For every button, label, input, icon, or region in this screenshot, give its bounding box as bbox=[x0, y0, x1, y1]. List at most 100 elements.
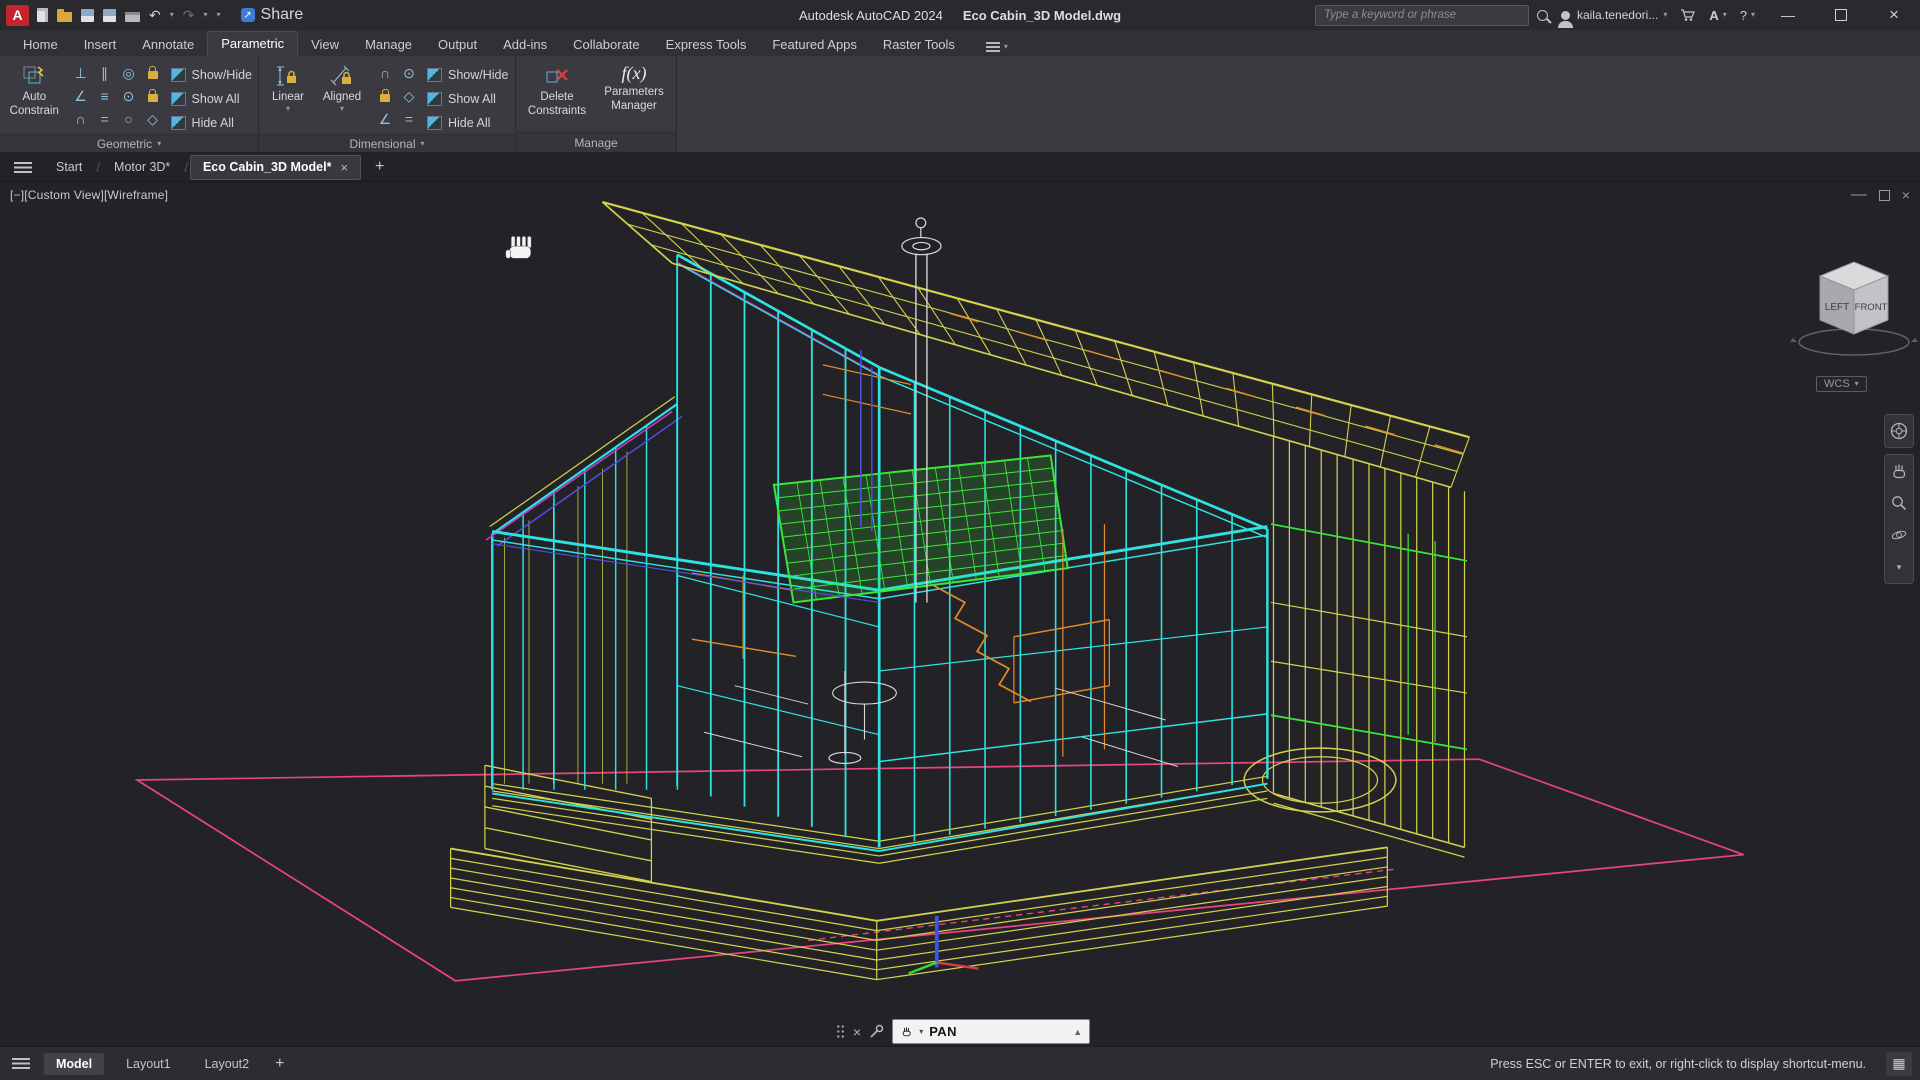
tab-featured-apps[interactable]: Featured Apps bbox=[759, 33, 870, 56]
dim-lock-constraint-icon[interactable] bbox=[380, 88, 390, 102]
close-button[interactable]: × bbox=[1874, 0, 1914, 30]
linear-constraint-button[interactable]: Linear ▾ bbox=[265, 61, 311, 134]
pan-tool-icon[interactable] bbox=[1885, 455, 1913, 487]
geometric-panel-title[interactable]: Geometric ▾ bbox=[0, 134, 258, 152]
angular-constraint-icon[interactable]: ∠ bbox=[74, 89, 87, 103]
doc-tab-eco-cabin[interactable]: Eco Cabin_3D Model* × bbox=[189, 154, 362, 180]
dimensional-hide-all-button[interactable]: Hide All bbox=[427, 112, 508, 134]
command-close-icon[interactable]: × bbox=[853, 1025, 861, 1039]
open-file-icon[interactable] bbox=[57, 8, 72, 22]
viewport-corner-controls[interactable]: [−][Custom View][Wireframe] bbox=[10, 188, 168, 202]
tab-separator: / bbox=[96, 159, 101, 175]
symmetric-constraint-icon[interactable]: ◇ bbox=[147, 112, 158, 126]
undo-icon[interactable]: ↶ bbox=[149, 8, 161, 22]
layout1-tab[interactable]: Layout1 bbox=[114, 1053, 182, 1075]
help-button[interactable]: ? ▾ bbox=[1740, 8, 1755, 23]
radial-constraint-icon[interactable]: ∩ bbox=[380, 66, 390, 80]
viewport-restore-icon[interactable] bbox=[1878, 189, 1890, 201]
parameters-manager-button[interactable]: f(x) Parameters Manager bbox=[601, 61, 667, 132]
save-as-icon[interactable] bbox=[103, 8, 116, 22]
share-button[interactable]: ↗ Share bbox=[240, 6, 303, 24]
dimensional-panel-caret-icon: ▾ bbox=[420, 138, 425, 148]
command-input[interactable]: ▾ PAN ▲ bbox=[892, 1019, 1091, 1044]
tab-home[interactable]: Home bbox=[10, 33, 71, 56]
equal-dim-constraint-icon[interactable]: = bbox=[405, 112, 413, 126]
geometric-show-hide-button[interactable]: Show/Hide bbox=[170, 64, 252, 86]
geometric-hide-all-button[interactable]: Hide All bbox=[170, 112, 252, 134]
app-store-button[interactable] bbox=[1680, 8, 1696, 22]
tab-parametric[interactable]: Parametric bbox=[207, 31, 299, 56]
model-tab[interactable]: Model bbox=[44, 1052, 105, 1075]
coincident-constraint-icon[interactable]: ⊙ bbox=[123, 89, 135, 103]
file-tabs-menu-icon[interactable] bbox=[14, 161, 32, 173]
new-file-icon[interactable] bbox=[37, 8, 48, 22]
lock-constraint-icon[interactable] bbox=[147, 88, 158, 102]
smooth-constraint-icon[interactable]: ○ bbox=[124, 112, 132, 126]
perpendicular-constraint-icon[interactable]: ⊥ bbox=[74, 66, 86, 80]
layout2-tab[interactable]: Layout2 bbox=[193, 1053, 261, 1075]
tab-add-ins[interactable]: Add-ins bbox=[490, 33, 560, 56]
compass-east-arrow-icon[interactable] bbox=[1911, 338, 1918, 342]
minimize-button[interactable]: — bbox=[1768, 0, 1808, 30]
tab-insert[interactable]: Insert bbox=[71, 33, 130, 56]
account-menu[interactable]: kaila.tenedori... ▾ bbox=[1557, 8, 1667, 28]
tab-annotate[interactable]: Annotate bbox=[129, 33, 207, 56]
compass-west-arrow-icon[interactable] bbox=[1790, 338, 1797, 342]
navbar-more-caret-icon[interactable]: ▾ bbox=[1885, 551, 1913, 583]
search-input[interactable] bbox=[1314, 4, 1529, 26]
tab-raster-tools[interactable]: Raster Tools bbox=[870, 33, 968, 56]
ribbon-display-toggle[interactable]: ▾ bbox=[985, 42, 1008, 52]
doc-tab-motor-3d[interactable]: Motor 3D* bbox=[102, 155, 182, 179]
dimensional-show-all-button[interactable]: Show All bbox=[427, 88, 508, 110]
undo-caret-icon[interactable]: ▾ bbox=[170, 11, 174, 19]
tab-view[interactable]: View bbox=[298, 33, 352, 56]
maximize-button[interactable] bbox=[1821, 0, 1861, 30]
model-viewport[interactable] bbox=[0, 181, 1920, 1047]
viewcube[interactable]: LEFT FRONT bbox=[1762, 238, 1920, 366]
qat-menu-caret-icon[interactable]: ▾ bbox=[217, 11, 221, 19]
new-tab-button[interactable]: + bbox=[375, 159, 384, 175]
angular-dim-constraint-icon[interactable]: ∠ bbox=[379, 112, 392, 126]
diameter-constraint-icon[interactable]: ⊙ bbox=[403, 66, 415, 80]
parallel-constraint-icon[interactable]: ∥ bbox=[101, 66, 108, 80]
search-icon[interactable] bbox=[1536, 9, 1548, 21]
customize-wrench-icon[interactable] bbox=[869, 1024, 884, 1039]
geometric-show-all-button[interactable]: Show All bbox=[170, 88, 252, 110]
aligned-constraint-button[interactable]: Aligned ▾ bbox=[317, 61, 367, 134]
command-caret-icon[interactable]: ▾ bbox=[919, 1027, 923, 1036]
auto-constrain-button[interactable]: Auto Constrain bbox=[6, 61, 63, 134]
concentric-constraint-icon[interactable]: ◎ bbox=[122, 66, 134, 80]
orbit-tool-icon[interactable] bbox=[1885, 519, 1913, 551]
save-icon[interactable] bbox=[81, 8, 94, 22]
redo-icon[interactable]: ↷ bbox=[183, 8, 195, 22]
command-dock-grip[interactable] bbox=[836, 1023, 845, 1040]
new-layout-button[interactable]: + bbox=[275, 1055, 284, 1072]
viewport-minimize-icon[interactable]: — bbox=[1851, 186, 1867, 204]
tab-output[interactable]: Output bbox=[425, 33, 490, 56]
close-tab-icon[interactable]: × bbox=[340, 160, 348, 175]
collinear-constraint-icon[interactable]: ≡ bbox=[100, 89, 108, 103]
viewport-close-icon[interactable]: × bbox=[1902, 187, 1910, 203]
autocad-logo[interactable]: A bbox=[6, 4, 29, 26]
delete-constraints-button[interactable]: Delete Constraints bbox=[525, 61, 589, 132]
wcs-dropdown[interactable]: WCS ▾ bbox=[1816, 376, 1867, 392]
doc-tab-start[interactable]: Start bbox=[44, 155, 94, 179]
convert-constraint-icon[interactable]: ◇ bbox=[404, 89, 415, 103]
plot-icon[interactable] bbox=[125, 11, 140, 22]
tab-manage[interactable]: Manage bbox=[352, 33, 425, 56]
tangent-constraint-icon[interactable]: ∩ bbox=[76, 112, 86, 126]
customization-grid-icon[interactable]: ▦ bbox=[1886, 1051, 1912, 1076]
layout-menu-icon[interactable] bbox=[12, 1058, 30, 1069]
redo-caret-icon[interactable]: ▾ bbox=[203, 11, 207, 19]
annotation-tools-button[interactable]: A ▾ bbox=[1709, 8, 1726, 23]
tab-collaborate[interactable]: Collaborate bbox=[560, 33, 653, 56]
fix-constraint-icon[interactable] bbox=[147, 65, 158, 79]
command-history-icon[interactable]: ▲ bbox=[1073, 1027, 1082, 1037]
tab-express-tools[interactable]: Express Tools bbox=[653, 33, 760, 56]
zoom-tool-icon[interactable] bbox=[1885, 487, 1913, 519]
manage-panel-title[interactable]: Manage bbox=[516, 132, 676, 152]
equal-constraint-icon[interactable]: = bbox=[100, 112, 108, 126]
steering-wheel-icon[interactable] bbox=[1885, 415, 1913, 447]
dimensional-panel-title[interactable]: Dimensional ▾ bbox=[259, 134, 515, 152]
dimensional-show-hide-button[interactable]: Show/Hide bbox=[427, 64, 508, 86]
